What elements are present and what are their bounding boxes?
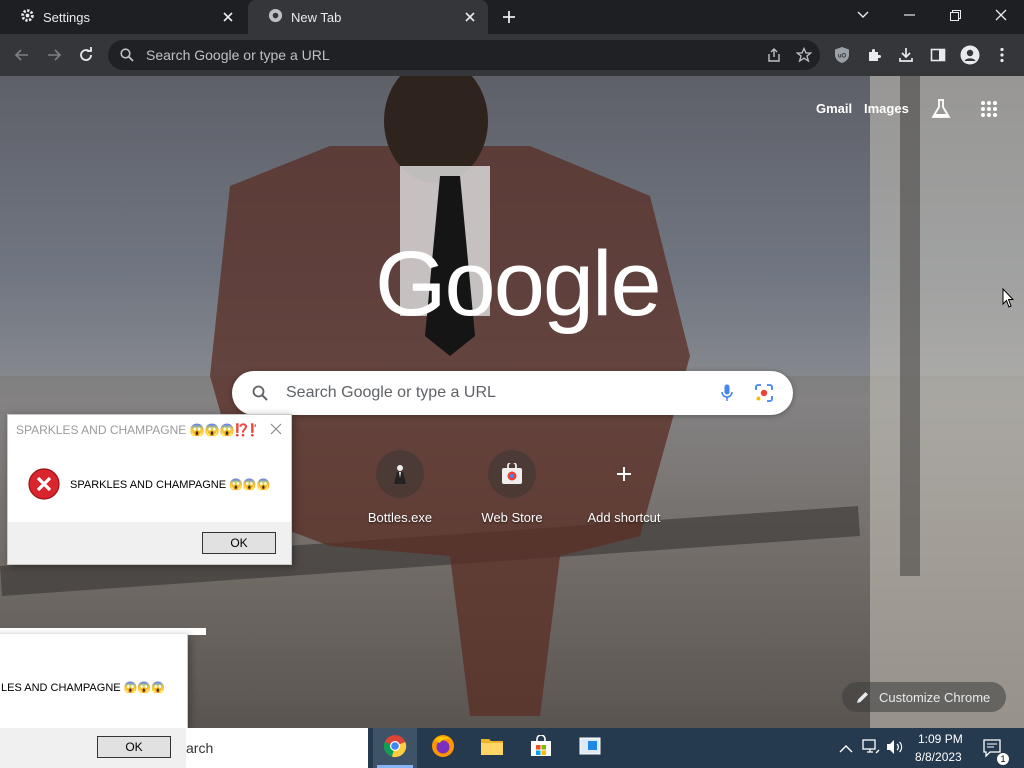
ublock-icon[interactable]: uO: [828, 41, 856, 69]
bottles-icon: [376, 450, 424, 498]
tab-label: New Tab: [291, 9, 342, 25]
side-panel-icon[interactable]: [924, 41, 952, 69]
gear-icon: [20, 8, 35, 26]
customize-chrome-button[interactable]: Customize Chrome: [842, 682, 1007, 712]
tab-label: Settings: [43, 9, 90, 25]
volume-icon[interactable]: [886, 739, 904, 760]
download-icon[interactable]: [892, 41, 920, 69]
reload-icon[interactable]: [72, 41, 100, 69]
back-icon[interactable]: [8, 41, 36, 69]
close-tab-icon[interactable]: [462, 9, 478, 25]
profile-icon[interactable]: [956, 41, 984, 69]
error-icon: [28, 468, 60, 505]
forward-icon[interactable]: [40, 41, 68, 69]
shortcut-label: Web Store: [481, 510, 543, 525]
chrome-icon: [268, 8, 283, 26]
taskbar-firefox[interactable]: [421, 728, 465, 768]
taskbar-search-box[interactable]: arch: [186, 728, 368, 768]
chrome-icon: [383, 734, 407, 763]
dialog-title: SPARKLES AND CHAMPAGNE 😱😱😱⁉️⁉️: [16, 423, 256, 437]
google-apps-icon[interactable]: [980, 100, 998, 123]
lens-icon[interactable]: [755, 384, 773, 402]
file-explorer-icon: [480, 736, 504, 761]
close-icon[interactable]: [270, 422, 282, 440]
taskbar-store[interactable]: [519, 728, 563, 768]
ntp-search-box[interactable]: [232, 371, 793, 415]
new-tab-button[interactable]: [498, 6, 520, 28]
show-hidden-icons[interactable]: [839, 741, 853, 759]
extensions-icon[interactable]: [860, 41, 888, 69]
message-dialog: SPARKLES AND CHAMPAGNE 😱😱😱⁉️⁉️ SPARKLES …: [7, 414, 292, 565]
web-store-icon: [488, 450, 536, 498]
close-tab-icon[interactable]: [220, 9, 236, 25]
message-dialog: LES AND CHAMPAGNE 😱😱😱 OK: [0, 634, 188, 758]
minimize-button[interactable]: [886, 0, 932, 30]
search-icon: [120, 48, 134, 62]
pencil-icon: [856, 691, 869, 704]
store-icon: [530, 733, 552, 762]
restore-button[interactable]: [932, 0, 978, 30]
mouse-cursor-icon: [1002, 287, 1015, 313]
shortcut-label: Add shortcut: [587, 510, 661, 525]
taskbar-app-window[interactable]: [568, 728, 612, 768]
plus-icon: [600, 450, 648, 498]
taskbar-search-text: arch: [186, 740, 214, 756]
shortcut-bottles[interactable]: Bottles.exe: [344, 450, 456, 525]
star-icon[interactable]: [788, 47, 820, 63]
search-icon: [252, 385, 268, 401]
network-icon[interactable]: [862, 739, 880, 760]
svg-text:uO: uO: [838, 54, 847, 60]
share-icon[interactable]: [760, 47, 788, 63]
google-logo: Google: [375, 233, 662, 335]
labs-icon[interactable]: [930, 98, 952, 125]
taskbar-file-explorer[interactable]: [470, 728, 514, 768]
add-shortcut-button[interactable]: Add shortcut: [568, 450, 680, 525]
menu-icon[interactable]: [988, 41, 1016, 69]
ok-button[interactable]: OK: [202, 532, 276, 554]
clock-time[interactable]: 1:09 PM: [918, 732, 963, 746]
dialog-message: LES AND CHAMPAGNE 😱😱😱: [1, 682, 165, 694]
app-window-icon: [579, 737, 601, 760]
images-link[interactable]: Images: [864, 101, 909, 116]
shortcut-web-store[interactable]: Web Store: [456, 450, 568, 525]
dialog-message: SPARKLES AND CHAMPAGNE 😱😱😱: [70, 479, 271, 491]
clock-date[interactable]: 8/8/2023: [915, 750, 962, 764]
ntp-search-input[interactable]: [284, 383, 721, 403]
address-bar[interactable]: [108, 40, 820, 70]
ok-button[interactable]: OK: [97, 736, 171, 758]
address-input[interactable]: [144, 46, 760, 64]
firefox-icon: [431, 734, 455, 763]
notification-count: 1: [997, 753, 1009, 765]
voice-search-icon[interactable]: [721, 384, 733, 402]
tab-settings[interactable]: Settings: [0, 0, 246, 34]
shortcut-label: Bottles.exe: [367, 510, 433, 525]
gmail-link[interactable]: Gmail: [816, 101, 852, 116]
tab-new-tab[interactable]: New Tab: [248, 0, 488, 34]
taskbar-chrome[interactable]: [373, 728, 417, 768]
tab-search-button[interactable]: [840, 0, 886, 30]
close-window-button[interactable]: [978, 0, 1024, 30]
customize-label: Customize Chrome: [879, 689, 991, 705]
